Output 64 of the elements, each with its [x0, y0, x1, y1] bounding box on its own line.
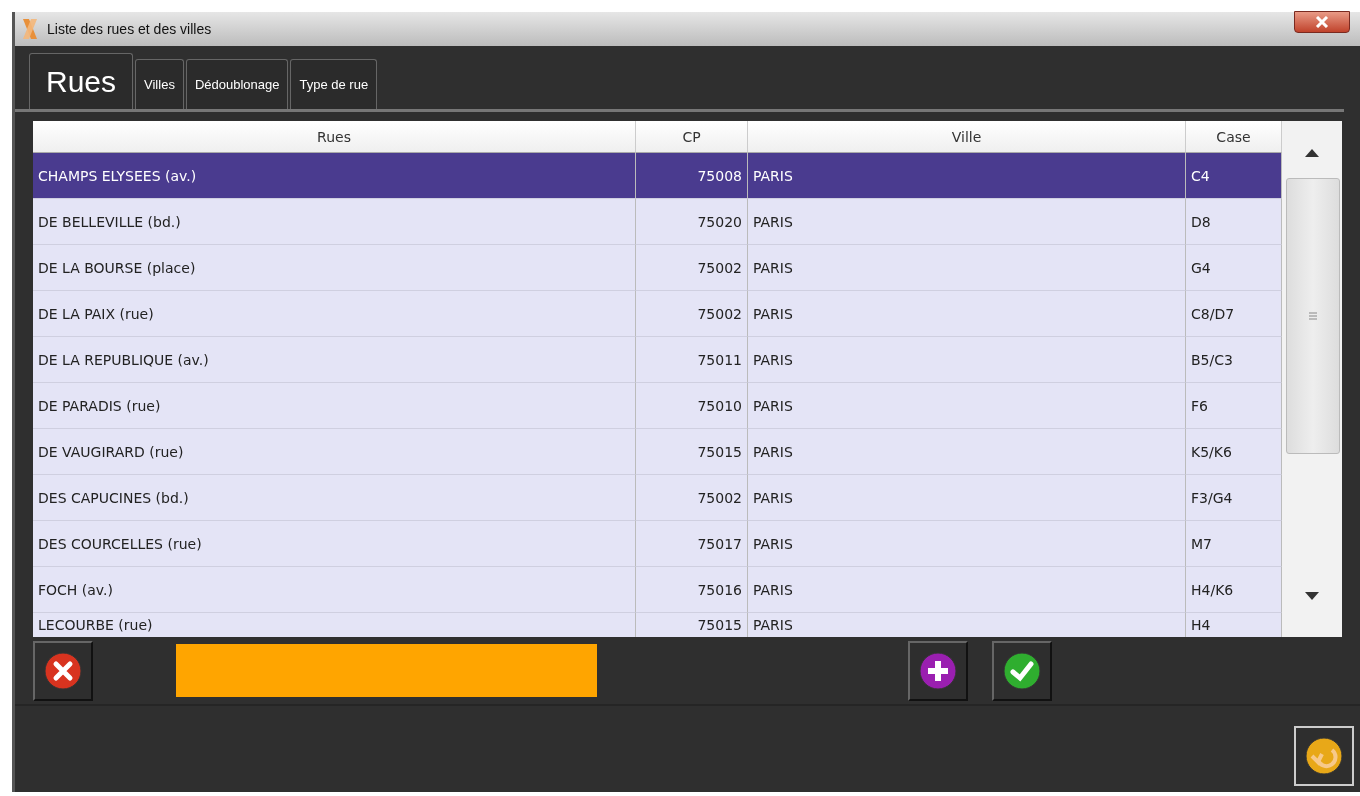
column-header[interactable]: Rues [33, 121, 636, 153]
table-cell: PARIS [748, 337, 1186, 383]
column-header[interactable]: Ville [748, 121, 1186, 153]
table-cell: 75008 [636, 153, 748, 199]
table-cell: CHAMPS ELYSEES (av.) [33, 153, 636, 199]
tab[interactable]: Villes [135, 59, 184, 109]
table-cell: C4 [1186, 153, 1282, 199]
table-cell: PARIS [748, 245, 1186, 291]
table-cell: 75011 [636, 337, 748, 383]
table-cell: C8/D7 [1186, 291, 1282, 337]
scroll-down-icon[interactable] [1305, 592, 1319, 600]
table-cell: 75002 [636, 245, 748, 291]
cancel-button[interactable] [33, 640, 93, 701]
table-cell: PARIS [748, 429, 1186, 475]
table-cell: DE PARADIS (rue) [33, 383, 636, 429]
tab[interactable]: Rues [29, 53, 134, 109]
close-icon [1315, 16, 1329, 28]
table-cell: 75017 [636, 521, 748, 567]
table-cell: FOCH (av.) [33, 567, 636, 613]
confirm-button[interactable] [992, 640, 1052, 701]
table-cell: DES CAPUCINES (bd.) [33, 475, 636, 521]
table-cell: 75002 [636, 291, 748, 337]
scroll-up-icon[interactable] [1305, 149, 1319, 157]
table-cell: 75020 [636, 199, 748, 245]
table-cell: M7 [1186, 521, 1282, 567]
table-cell: 75015 [636, 429, 748, 475]
table-cell: PARIS [748, 153, 1186, 199]
close-button[interactable] [1294, 11, 1350, 33]
input-field[interactable] [176, 644, 597, 697]
table-cell: PARIS [748, 567, 1186, 613]
column-header[interactable]: CP [636, 121, 748, 153]
table-cell: DE BELLEVILLE (bd.) [33, 199, 636, 245]
scroll-thumb[interactable] [1286, 178, 1340, 454]
cancel-icon [43, 650, 83, 691]
add-button[interactable] [908, 640, 968, 701]
plus-icon [918, 650, 958, 691]
table-cell: H4/K6 [1186, 567, 1282, 613]
table-cell: DE LA REPUBLIQUE (av.) [33, 337, 636, 383]
scrollbar[interactable] [1282, 121, 1342, 637]
table-cell: DE LA PAIX (rue) [33, 291, 636, 337]
table-cell: PARIS [748, 199, 1186, 245]
table-cell: PARIS [748, 475, 1186, 521]
table-cell: 75002 [636, 475, 748, 521]
column-header[interactable]: Case [1186, 121, 1282, 153]
table-cell: PARIS [748, 383, 1186, 429]
table-cell: F3/G4 [1186, 475, 1282, 521]
table-cell: DES COURCELLES (rue) [33, 521, 636, 567]
table-cell: PARIS [748, 291, 1186, 337]
table-cell: F6 [1186, 383, 1282, 429]
table-cell: 75016 [636, 567, 748, 613]
tab[interactable]: Type de rue [290, 59, 378, 109]
window-title: Liste des rues et des villes [47, 21, 213, 37]
table-cell: 75010 [636, 383, 748, 429]
table-cell: DE VAUGIRARD (rue) [33, 429, 636, 475]
table-cell: D8 [1186, 199, 1282, 245]
table-cell: DE LA BOURSE (place) [33, 245, 636, 291]
back-button[interactable] [1294, 726, 1354, 786]
table-cell: G4 [1186, 245, 1282, 291]
table-cell: B5/C3 [1186, 337, 1282, 383]
tab[interactable]: Dédoublonage [185, 59, 289, 109]
checkmark-icon [1002, 650, 1042, 691]
table-cell: K5/K6 [1186, 429, 1282, 475]
app-logo-icon [21, 18, 39, 40]
table-cell: PARIS [748, 521, 1186, 567]
